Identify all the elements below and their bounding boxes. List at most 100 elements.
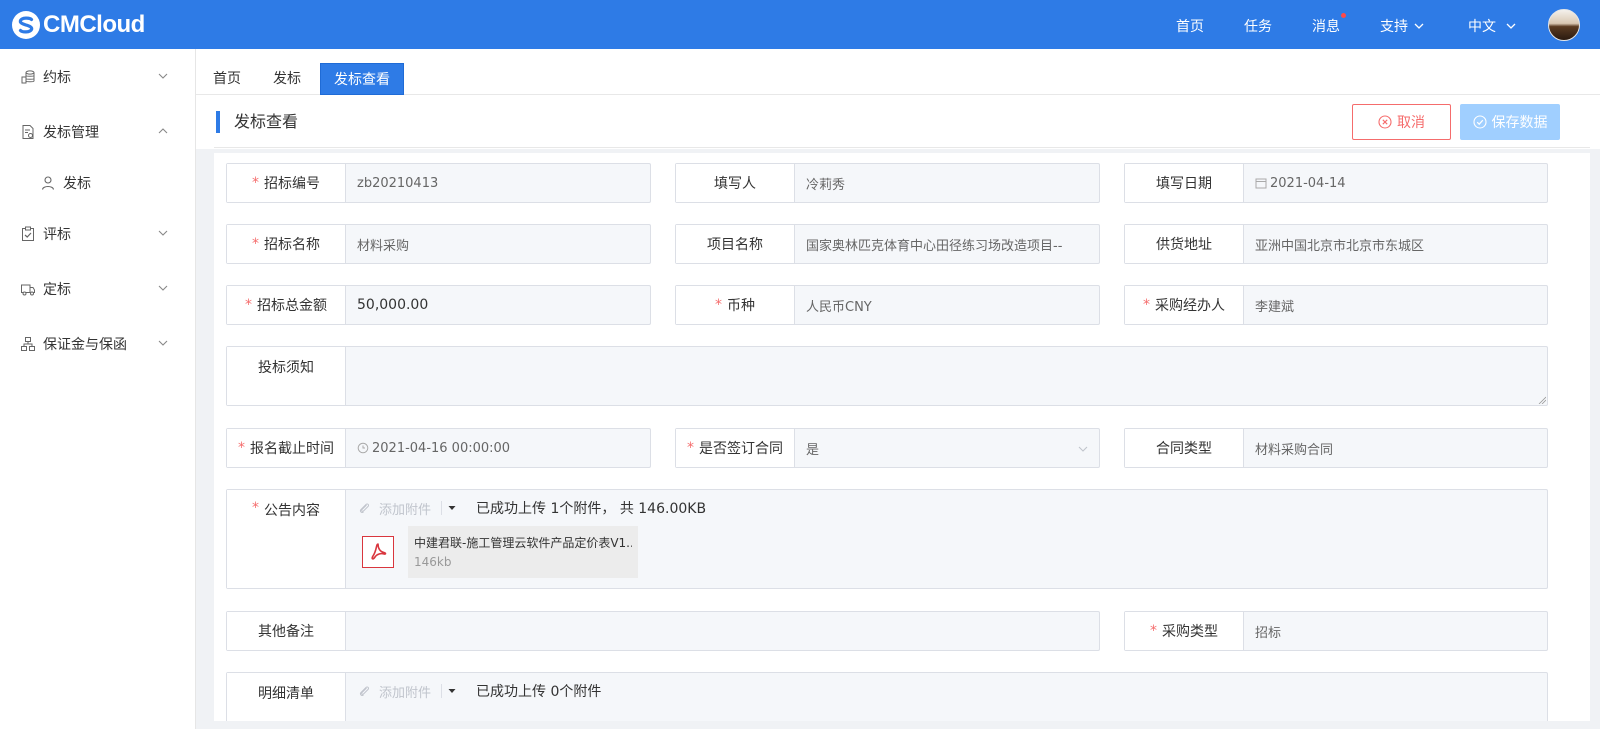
- sidebar-item-evaluate-bid[interactable]: 评标: [0, 214, 196, 254]
- field-sign-contract: * 是否签订合同 是: [675, 428, 1100, 468]
- field-label: 币种: [727, 298, 755, 314]
- field-label: 招标编号: [264, 176, 320, 192]
- field-fill-date: 填写日期 2021-04-14: [1124, 163, 1548, 203]
- field-label: 报名截止时间: [250, 441, 334, 457]
- field-label: 采购类型: [1162, 624, 1218, 640]
- nav-language-label: 中文: [1468, 19, 1496, 35]
- nav-messages[interactable]: 消息: [1312, 13, 1346, 36]
- field-label: 项目名称: [707, 237, 763, 253]
- caret-down-icon[interactable]: [448, 504, 456, 512]
- tab-publish-bid[interactable]: 发标: [272, 63, 302, 95]
- field-currency: * 币种 人民币CNY: [675, 285, 1100, 325]
- tab-home[interactable]: 首页: [212, 63, 242, 95]
- clipboard-check-icon: [22, 226, 34, 241]
- notice-textarea[interactable]: [346, 347, 1547, 405]
- other-notes-input[interactable]: [346, 612, 1099, 650]
- sidebar-item-award-bid[interactable]: 定标: [0, 269, 196, 309]
- nav-language[interactable]: 中文: [1468, 16, 1516, 36]
- chevron-down-icon: [158, 73, 168, 79]
- chevron-up-icon: [158, 128, 168, 134]
- field-other-notes: 其他备注: [226, 611, 1100, 651]
- chevron-down-icon: [1414, 23, 1424, 29]
- sidebar-item-label: 发标管理: [43, 125, 99, 141]
- sidebar-item-bid-management[interactable]: 发标管理: [0, 112, 196, 152]
- field-label: 填写日期: [1156, 176, 1212, 192]
- field-label: 公告内容: [264, 503, 320, 519]
- nav-support-label: 支持: [1380, 19, 1408, 35]
- sign-contract-select[interactable]: 是: [795, 429, 1099, 467]
- add-attachment-button[interactable]: 添加附件: [358, 682, 431, 701]
- truck-icon: [21, 284, 35, 296]
- field-deadline: * 报名截止时间 2021-04-16 00:00:00: [226, 428, 651, 468]
- clock-icon: [357, 442, 369, 454]
- separator: [441, 684, 443, 698]
- bid-no-input[interactable]: zb20210413: [346, 164, 650, 202]
- sidebar-item-deposit-guarantee[interactable]: 保证金与保函: [0, 324, 196, 364]
- field-label: 明细清单: [258, 686, 314, 702]
- file-name: 中建君联-施工管理云软件产品定价表V1...: [414, 536, 632, 550]
- currency-input[interactable]: 人民币CNY: [795, 286, 1099, 324]
- deadline-picker[interactable]: 2021-04-16 00:00:00: [346, 429, 650, 467]
- field-label: 投标须知: [258, 360, 314, 376]
- chevron-down-icon: [158, 340, 168, 346]
- caret-down-icon[interactable]: [448, 687, 456, 695]
- field-bid-no: * 招标编号 zb20210413: [226, 163, 651, 203]
- tab-publish-bid-view[interactable]: 发标查看: [320, 63, 404, 95]
- save-button[interactable]: 保存数据: [1460, 104, 1560, 140]
- buyer-input[interactable]: 李建斌: [1244, 286, 1547, 324]
- add-attachment-button[interactable]: 添加附件: [358, 499, 431, 518]
- field-label: 是否签订合同: [699, 441, 783, 457]
- author-input[interactable]: 冷莉秀: [795, 164, 1099, 202]
- document-settings-icon: [22, 125, 34, 139]
- field-announcement: * 公告内容 添加附件 已成功上传 1个附件， 共 146.00KB 中建君联-施…: [226, 489, 1548, 589]
- sidebar-item-label: 约标: [43, 70, 71, 86]
- field-bid-name: * 招标名称 材料采购: [226, 224, 651, 264]
- user-icon: [41, 176, 55, 190]
- supply-address-input[interactable]: 亚洲中国北京市北京市东城区: [1244, 225, 1547, 263]
- field-bid-amount: * 招标总金额 50,000.00: [226, 285, 651, 325]
- attachment-file[interactable]: 中建君联-施工管理云软件产品定价表V1... 146kb: [362, 526, 638, 578]
- nav-tasks[interactable]: 任务: [1244, 16, 1272, 36]
- paperclip-icon: [359, 502, 370, 513]
- bid-amount-input[interactable]: 50,000.00: [346, 286, 650, 324]
- sidebar-item-invite-bid[interactable]: 约标: [0, 57, 196, 97]
- field-contract-type: 合同类型 材料采购合同: [1124, 428, 1548, 468]
- contract-type-input[interactable]: 材料采购合同: [1244, 429, 1547, 467]
- purchase-type-input[interactable]: 招标: [1244, 612, 1547, 650]
- sign-contract-value: 是: [806, 442, 820, 458]
- add-attachment-label: 添加附件: [379, 685, 432, 701]
- save-button-label: 保存数据: [1491, 115, 1548, 131]
- announcement-attachments: 添加附件 已成功上传 1个附件， 共 146.00KB 中建君联-施工管理云软件…: [346, 490, 1547, 588]
- sidebar-item-publish-bid[interactable]: 发标: [0, 163, 196, 203]
- cmcloud-logo-icon: [12, 10, 40, 39]
- check-circle-icon: [1472, 115, 1487, 129]
- field-label: 填写人: [714, 176, 756, 192]
- bid-name-input[interactable]: 材料采购: [346, 225, 650, 263]
- panel-header: 发标查看 取消 保存数据: [196, 95, 1600, 149]
- cancel-button[interactable]: 取消: [1352, 104, 1451, 140]
- project-name-input[interactable]: 国家奥林匹克体育中心田径练习场改造项目--: [795, 225, 1099, 263]
- resize-handle-icon[interactable]: [1538, 396, 1546, 404]
- field-label: 供货地址: [1156, 237, 1212, 253]
- file-size: 146kb: [414, 555, 452, 569]
- avatar[interactable]: [1548, 9, 1580, 41]
- coins-icon: [21, 70, 35, 84]
- bid-view-form: * 招标编号 zb20210413 填写人 冷莉秀 填写日期 2021-04-14…: [214, 153, 1590, 721]
- divider: [214, 147, 1590, 148]
- nav-support[interactable]: 支持: [1380, 16, 1424, 36]
- sidebar: 约标 发标管理 发标 评标 定标 保证金与保函: [0, 49, 196, 729]
- sidebar-item-label: 定标: [43, 282, 71, 298]
- nav-home[interactable]: 首页: [1176, 16, 1204, 36]
- logo[interactable]: CMCloud: [11, 10, 145, 40]
- logo-text: CMCloud: [43, 10, 145, 38]
- field-author: 填写人 冷莉秀: [675, 163, 1100, 203]
- hierarchy-icon: [21, 337, 35, 351]
- fill-date-picker[interactable]: 2021-04-14: [1244, 164, 1547, 202]
- sidebar-item-label: 保证金与保函: [43, 337, 127, 353]
- sidebar-item-label: 发标: [63, 176, 91, 192]
- fill-date-value: 2021-04-14: [1270, 175, 1346, 191]
- deadline-value: 2021-04-16 00:00:00: [372, 440, 511, 456]
- field-buyer: * 采购经办人 李建斌: [1124, 285, 1548, 325]
- close-circle-icon: [1378, 115, 1392, 129]
- field-purchase-type: * 采购类型 招标: [1124, 611, 1548, 651]
